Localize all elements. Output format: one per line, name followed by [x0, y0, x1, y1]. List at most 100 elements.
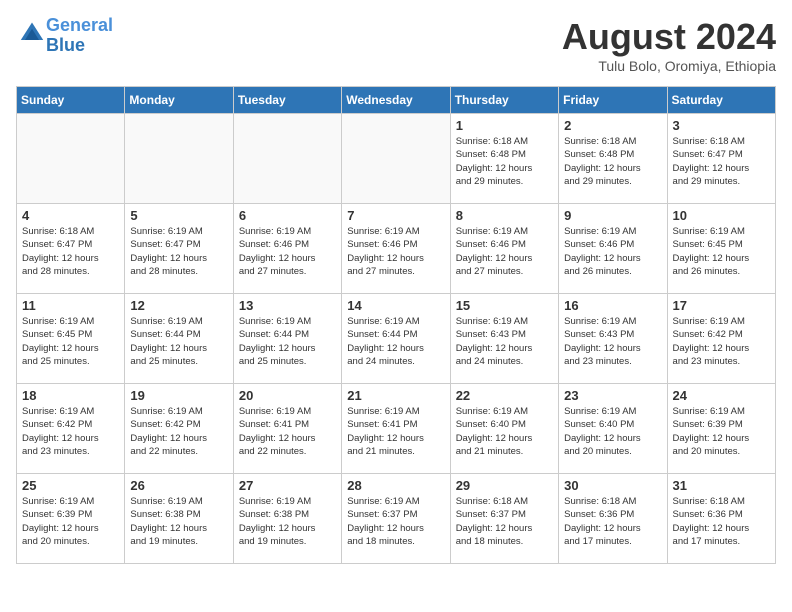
month-year: August 2024: [562, 16, 776, 58]
day-number: 25: [22, 478, 119, 493]
calendar-cell: 8 Sunrise: 6:19 AM Sunset: 6:46 PM Daylig…: [450, 204, 558, 294]
cell-info: Sunrise: 6:19 AM Sunset: 6:46 PM Dayligh…: [564, 225, 661, 278]
weekday-header: Saturday: [667, 87, 775, 114]
calendar-cell: 24Sunrise: 6:19 AM Sunset: 6:39 PM Dayli…: [667, 384, 775, 474]
calendar-cell: 29Sunrise: 6:18 AM Sunset: 6:37 PM Dayli…: [450, 474, 558, 564]
cell-info: Sunrise: 6:19 AM Sunset: 6:47 PM Dayligh…: [130, 225, 227, 278]
calendar-cell: 30Sunrise: 6:18 AM Sunset: 6:36 PM Dayli…: [559, 474, 667, 564]
cell-info: Sunrise: 6:19 AM Sunset: 6:46 PM Dayligh…: [456, 225, 553, 278]
calendar-cell: [233, 114, 341, 204]
page-header: General Blue August 2024 Tulu Bolo, Orom…: [16, 16, 776, 74]
day-number: 30: [564, 478, 661, 493]
calendar-cell: 28 Sunrise: 6:19 AM Sunset: 6:37 PM Dayli…: [342, 474, 450, 564]
logo: General Blue: [16, 16, 113, 56]
weekday-header: Thursday: [450, 87, 558, 114]
weekday-header: Sunday: [17, 87, 125, 114]
cell-info: Sunrise: 6:19 AM Sunset: 6:42 PM Dayligh…: [673, 315, 770, 368]
day-number: 17: [673, 298, 770, 313]
cell-info: Sunrise: 6:19 AM Sunset: 6:45 PM Dayligh…: [673, 225, 770, 278]
day-number: 2: [564, 118, 661, 133]
day-number: 13: [239, 298, 336, 313]
day-number: 15: [456, 298, 553, 313]
weekday-header-row: SundayMondayTuesdayWednesdayThursdayFrid…: [17, 87, 776, 114]
cell-info: Sunrise: 6:19 AM Sunset: 6:42 PM Dayligh…: [130, 405, 227, 458]
calendar-cell: 18 Sunrise: 6:19 AM Sunset: 6:42 PM Dayli…: [17, 384, 125, 474]
logo-text: General Blue: [46, 16, 113, 56]
cell-info: Sunrise: 6:19 AM Sunset: 6:39 PM Dayligh…: [22, 495, 119, 548]
calendar-table: SundayMondayTuesdayWednesdayThursdayFrid…: [16, 86, 776, 564]
day-number: 5: [130, 208, 227, 223]
calendar-cell: 26 Sunrise: 6:19 AM Sunset: 6:38 PM Dayli…: [125, 474, 233, 564]
calendar-cell: [342, 114, 450, 204]
calendar-week-row: 25 Sunrise: 6:19 AM Sunset: 6:39 PM Dayli…: [17, 474, 776, 564]
cell-info: Sunrise: 6:19 AM Sunset: 6:46 PM Dayligh…: [239, 225, 336, 278]
calendar-week-row: 18 Sunrise: 6:19 AM Sunset: 6:42 PM Dayli…: [17, 384, 776, 474]
calendar-cell: 2 Sunrise: 6:18 AM Sunset: 6:48 PM Daylig…: [559, 114, 667, 204]
logo-line2: Blue: [46, 35, 85, 55]
calendar-cell: 3 Sunrise: 6:18 AM Sunset: 6:47 PM Daylig…: [667, 114, 775, 204]
cell-info: Sunrise: 6:19 AM Sunset: 6:42 PM Dayligh…: [22, 405, 119, 458]
weekday-header: Wednesday: [342, 87, 450, 114]
day-number: 24: [673, 388, 770, 403]
calendar-cell: 13 Sunrise: 6:19 AM Sunset: 6:44 PM Dayli…: [233, 294, 341, 384]
day-number: 4: [22, 208, 119, 223]
day-number: 3: [673, 118, 770, 133]
weekday-header: Monday: [125, 87, 233, 114]
calendar-cell: 22Sunrise: 6:19 AM Sunset: 6:40 PM Dayli…: [450, 384, 558, 474]
cell-info: Sunrise: 6:19 AM Sunset: 6:37 PM Dayligh…: [347, 495, 444, 548]
calendar-cell: [17, 114, 125, 204]
cell-info: Sunrise: 6:19 AM Sunset: 6:38 PM Dayligh…: [130, 495, 227, 548]
cell-info: Sunrise: 6:18 AM Sunset: 6:47 PM Dayligh…: [22, 225, 119, 278]
cell-info: Sunrise: 6:18 AM Sunset: 6:37 PM Dayligh…: [456, 495, 553, 548]
calendar-cell: 5 Sunrise: 6:19 AM Sunset: 6:47 PM Daylig…: [125, 204, 233, 294]
calendar-cell: 10 Sunrise: 6:19 AM Sunset: 6:45 PM Dayli…: [667, 204, 775, 294]
cell-info: Sunrise: 6:19 AM Sunset: 6:44 PM Dayligh…: [239, 315, 336, 368]
cell-info: Sunrise: 6:19 AM Sunset: 6:41 PM Dayligh…: [239, 405, 336, 458]
calendar-cell: 25 Sunrise: 6:19 AM Sunset: 6:39 PM Dayli…: [17, 474, 125, 564]
day-number: 16: [564, 298, 661, 313]
day-number: 9: [564, 208, 661, 223]
cell-info: Sunrise: 6:19 AM Sunset: 6:43 PM Dayligh…: [456, 315, 553, 368]
location: Tulu Bolo, Oromiya, Ethiopia: [562, 58, 776, 74]
cell-info: Sunrise: 6:19 AM Sunset: 6:44 PM Dayligh…: [347, 315, 444, 368]
calendar-cell: 19Sunrise: 6:19 AM Sunset: 6:42 PM Dayli…: [125, 384, 233, 474]
calendar-cell: 6Sunrise: 6:19 AM Sunset: 6:46 PM Daylig…: [233, 204, 341, 294]
calendar-cell: 15 Sunrise: 6:19 AM Sunset: 6:43 PM Dayli…: [450, 294, 558, 384]
day-number: 1: [456, 118, 553, 133]
calendar-cell: 1 Sunrise: 6:18 AM Sunset: 6:48 PM Daylig…: [450, 114, 558, 204]
cell-info: Sunrise: 6:19 AM Sunset: 6:44 PM Dayligh…: [130, 315, 227, 368]
calendar-cell: 14Sunrise: 6:19 AM Sunset: 6:44 PM Dayli…: [342, 294, 450, 384]
day-number: 27: [239, 478, 336, 493]
day-number: 28: [347, 478, 444, 493]
cell-info: Sunrise: 6:18 AM Sunset: 6:48 PM Dayligh…: [564, 135, 661, 188]
day-number: 23: [564, 388, 661, 403]
calendar-week-row: 4 Sunrise: 6:18 AM Sunset: 6:47 PM Daylig…: [17, 204, 776, 294]
title-block: August 2024 Tulu Bolo, Oromiya, Ethiopia: [562, 16, 776, 74]
cell-info: Sunrise: 6:19 AM Sunset: 6:41 PM Dayligh…: [347, 405, 444, 458]
day-number: 22: [456, 388, 553, 403]
cell-info: Sunrise: 6:18 AM Sunset: 6:48 PM Dayligh…: [456, 135, 553, 188]
weekday-header: Friday: [559, 87, 667, 114]
calendar-cell: 31 Sunrise: 6:18 AM Sunset: 6:36 PM Dayli…: [667, 474, 775, 564]
calendar-cell: [125, 114, 233, 204]
day-number: 10: [673, 208, 770, 223]
day-number: 31: [673, 478, 770, 493]
cell-info: Sunrise: 6:19 AM Sunset: 6:43 PM Dayligh…: [564, 315, 661, 368]
calendar-cell: 23Sunrise: 6:19 AM Sunset: 6:40 PM Dayli…: [559, 384, 667, 474]
cell-info: Sunrise: 6:19 AM Sunset: 6:38 PM Dayligh…: [239, 495, 336, 548]
cell-info: Sunrise: 6:19 AM Sunset: 6:46 PM Dayligh…: [347, 225, 444, 278]
cell-info: Sunrise: 6:18 AM Sunset: 6:36 PM Dayligh…: [673, 495, 770, 548]
day-number: 26: [130, 478, 227, 493]
cell-info: Sunrise: 6:18 AM Sunset: 6:47 PM Dayligh…: [673, 135, 770, 188]
day-number: 18: [22, 388, 119, 403]
day-number: 7: [347, 208, 444, 223]
calendar-cell: 12 Sunrise: 6:19 AM Sunset: 6:44 PM Dayli…: [125, 294, 233, 384]
calendar-cell: 4 Sunrise: 6:18 AM Sunset: 6:47 PM Daylig…: [17, 204, 125, 294]
day-number: 20: [239, 388, 336, 403]
day-number: 12: [130, 298, 227, 313]
calendar-cell: 9 Sunrise: 6:19 AM Sunset: 6:46 PM Daylig…: [559, 204, 667, 294]
calendar-cell: 16 Sunrise: 6:19 AM Sunset: 6:43 PM Dayli…: [559, 294, 667, 384]
cell-info: Sunrise: 6:19 AM Sunset: 6:45 PM Dayligh…: [22, 315, 119, 368]
day-number: 8: [456, 208, 553, 223]
logo-icon: [18, 19, 46, 47]
